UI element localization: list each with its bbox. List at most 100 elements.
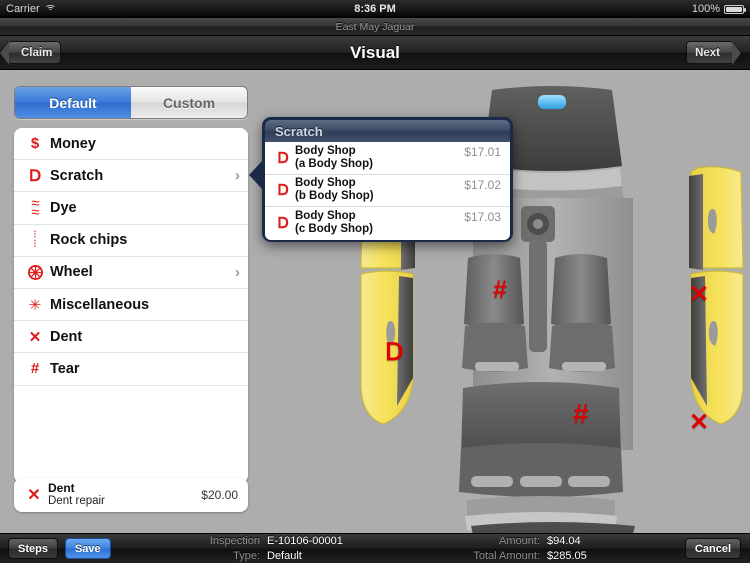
popover-item-title: Body Shop [295, 144, 356, 157]
popover-title: Scratch [265, 120, 510, 142]
list-item-rock-chips[interactable]: ⁝ ⁝ Rock chips [14, 224, 248, 257]
list-item-money[interactable]: $ Money [14, 128, 248, 161]
selected-damage-text: Dent Dent repair [46, 481, 201, 509]
page-title: Visual [350, 42, 400, 62]
amount-info-block: Amount: $94.04 Total Amount: $285.05 [430, 534, 587, 563]
selected-damage-subtitle: Dent repair [48, 495, 105, 508]
popover-item-b[interactable]: Ⅾ Body Shop (b Body Shop) $17.02 [265, 175, 510, 207]
toolbar-right-group: Cancel [684, 538, 750, 559]
cancel-button[interactable]: Cancel [684, 538, 741, 559]
popover-item-amount: $17.02 [464, 177, 501, 192]
wheel-icon [24, 264, 46, 280]
popover-item-a[interactable]: Ⅾ Body Shop (a Body Shop) $17.01 [265, 142, 510, 175]
main-stage: Ⅾ # # ✕ ✕ Default Custom $ Money Ⅾ Scrat… [0, 70, 750, 533]
selected-damage-title: Dent [48, 480, 75, 495]
battery-icon [724, 4, 746, 14]
damage-type-list[interactable]: $ Money Ⅾ Scratch › ≈ ≈ Dye ⁝ ⁝ Rock chips [14, 128, 248, 483]
popover-item-text: Body Shop (c Body Shop) [295, 210, 464, 236]
list-item-label: Money [50, 135, 96, 152]
inspection-value: E-10106-00001 [267, 534, 343, 547]
chevron-right-icon: › [235, 167, 240, 185]
total-amount-key: Total Amount: [473, 549, 540, 562]
type-row: Type: Default [175, 549, 343, 563]
save-button-label: Save [74, 542, 101, 555]
scratch-icon: Ⅾ [277, 149, 289, 167]
popover-item-subtitle: (c Body Shop) [295, 223, 373, 236]
status-bar-left: Carrier [0, 3, 160, 15]
popover-item-amount: $17.01 [464, 145, 501, 159]
chevron-right-icon: › [235, 263, 240, 281]
popover-item-text: Body Shop (b Body Shop) [295, 177, 464, 203]
mirror-icon [538, 95, 566, 109]
popover-item-text: Body Shop (a Body Shop) [295, 145, 464, 171]
list-item-dye[interactable]: ≈ ≈ Dye [14, 192, 248, 225]
next-button[interactable]: Next [686, 41, 733, 64]
clock-label: 8:36 PM [354, 3, 396, 15]
organization-bar: East May Jaguar [0, 18, 750, 36]
popover-item-subtitle: (b Body Shop) [295, 190, 374, 203]
inspection-key: Inspection [209, 534, 260, 547]
hash-icon: # [30, 360, 40, 378]
wifi-icon [44, 4, 56, 14]
dye-icon: ≈ ≈ [31, 194, 39, 221]
popover-item-title: Body Shop [295, 210, 356, 223]
list-item-label: Dye [50, 199, 77, 216]
segment-default[interactable]: Default [15, 87, 131, 118]
list-item-label: Dent [50, 328, 83, 345]
list-item-label: Miscellaneous [50, 296, 150, 313]
scratch-icon: Ⅾ [28, 167, 42, 185]
selected-damage-card[interactable]: ✕ Dent Dent repair $20.00 [14, 478, 248, 512]
list-item-miscellaneous[interactable]: ✳ Miscellaneous [14, 288, 248, 322]
organization-label: East May Jaguar [335, 20, 415, 33]
popover-item-title: Body Shop [295, 177, 356, 190]
type-key: Type: [233, 549, 260, 562]
next-button-label: Next [695, 46, 720, 59]
marker-tear-rear-center[interactable]: # [573, 398, 589, 430]
list-item-label: Scratch [50, 167, 104, 184]
total-amount-value: $285.05 [547, 549, 587, 562]
list-item-label: Wheel [50, 264, 93, 281]
list-item-tear[interactable]: # Tear [14, 353, 248, 386]
marker-tear-front-center[interactable]: # [493, 276, 507, 305]
x-mark-icon: ✕ [27, 487, 41, 504]
dollar-icon: $ [30, 135, 40, 153]
steps-button[interactable]: Steps [8, 538, 58, 559]
status-bar: Carrier 8:36 PM 100% [0, 0, 750, 18]
segment-custom[interactable]: Custom [131, 87, 247, 118]
scratch-icon: Ⅾ [277, 182, 289, 200]
scratch-options-popover[interactable]: Scratch Ⅾ Body Shop (a Body Shop) $17.01… [249, 117, 513, 242]
rock-chips-icon: ⁝ ⁝ [33, 229, 37, 251]
popover-item-c[interactable]: Ⅾ Body Shop (c Body Shop) $17.03 [265, 207, 510, 240]
list-item-label: Rock chips [50, 232, 128, 249]
toolbar-left-group: Steps Save [0, 538, 111, 559]
total-amount-row: Total Amount: $285.05 [430, 549, 587, 563]
marker-dent-rear-right[interactable]: ✕ [689, 408, 709, 437]
cancel-button-label: Cancel [694, 542, 731, 555]
amount-value: $94.04 [547, 534, 581, 547]
amount-row: Amount: $94.04 [430, 534, 587, 549]
popover-item-amount: $17.03 [464, 210, 501, 224]
x-mark-icon: ✕ [28, 328, 42, 346]
list-item-label: Tear [50, 360, 80, 377]
carrier-label: Carrier [6, 3, 40, 15]
type-value: Default [267, 549, 302, 562]
list-item-dent[interactable]: ✕ Dent [14, 321, 248, 354]
steps-button-label: Steps [18, 542, 48, 555]
type-mode-segmented-control[interactable]: Default Custom [14, 86, 248, 119]
list-item-wheel[interactable]: Wheel › [14, 256, 248, 289]
inspection-row: Inspection E-10106-00001 [175, 534, 343, 549]
selected-damage-amount: $20.00 [201, 488, 238, 502]
inspection-info-block: Inspection E-10106-00001 Type: Default [175, 534, 343, 563]
bottom-toolbar: Steps Save Inspection E-10106-00001 Type… [0, 533, 750, 563]
popover-list[interactable]: Ⅾ Body Shop (a Body Shop) $17.01 Ⅾ Body … [265, 142, 510, 240]
popover-item-subtitle: (a Body Shop) [295, 157, 373, 170]
asterisk-icon: ✳ [28, 296, 42, 314]
status-bar-right: 100% [590, 3, 750, 15]
marker-scratch-rear-left[interactable]: Ⅾ [385, 338, 403, 367]
marker-dent-front-right[interactable]: ✕ [689, 280, 709, 309]
amount-key: Amount: [499, 534, 540, 547]
save-button[interactable]: Save [64, 538, 111, 559]
scratch-icon: Ⅾ [277, 215, 289, 233]
list-item-scratch[interactable]: Ⅾ Scratch › [14, 160, 248, 193]
navigation-bar: Claim Visual Next [0, 36, 750, 70]
